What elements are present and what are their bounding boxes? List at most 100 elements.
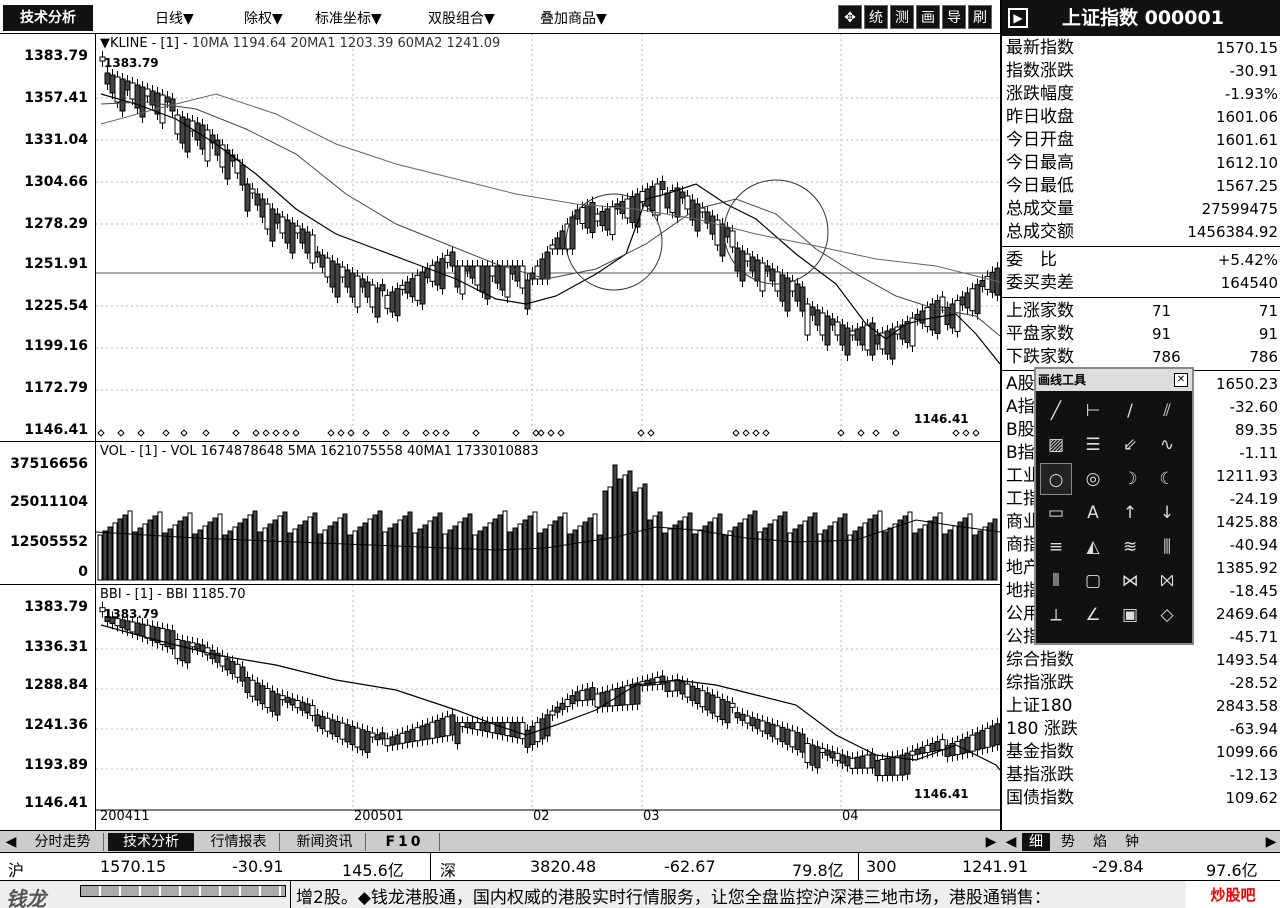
volume-bar [637,487,643,581]
candle [554,237,561,250]
draw-tool-icon[interactable]: ↑ [1114,497,1146,529]
volume-bar [722,534,728,581]
rtab-detail[interactable]: 细 [1022,833,1050,851]
draw-tool-icon[interactable]: ⦀ [1040,565,1072,597]
volume-bar [902,515,908,581]
tab-intraday[interactable]: 分时走势 [22,833,104,851]
candle [819,312,826,336]
candle [794,283,801,302]
compare-menu[interactable]: 双股组合▼ [428,8,495,28]
rtab-flame[interactable]: 焰 [1086,833,1114,851]
draw-tool-icon[interactable]: ☽ [1114,463,1146,495]
draw-tool-icon[interactable]: ◭ [1077,531,1109,563]
draw-tool-icon[interactable]: ◇ [1151,599,1183,631]
move-icon[interactable]: ✥ [838,5,862,29]
signal-diamond [402,429,410,437]
volume-bar [607,486,613,581]
qianlong-logo: 钱龙 [6,887,46,908]
export-button[interactable]: 导 [942,5,966,29]
panel-toggle-icon[interactable]: ▶ [1008,8,1028,28]
candle [179,116,186,144]
info-row: 基指涨跌 -12.13 [1006,764,1278,787]
candle [169,630,176,650]
rtab-clock[interactable]: 钟 [1118,833,1146,851]
draw-tool-icon[interactable]: ○ [1040,463,1072,495]
draw-tool-icon[interactable]: ⫼ [1151,531,1183,563]
overlay-menu[interactable]: 叠加商品▼ [540,8,607,28]
candle [724,701,731,724]
draw-tool-icon[interactable]: ☾ [1151,463,1183,495]
kline-y-label: 1225.54 [24,298,88,314]
candle [714,696,721,717]
rtab-scroll-right-icon[interactable]: ▶ [1264,833,1278,851]
kline-plot[interactable]: ▼KLINE - [1] - 10MA 1194.64 20MA1 1203.3… [95,34,1000,442]
draw-tool-icon[interactable]: ↓ [1151,497,1183,529]
draw-tool-icon[interactable]: ⊢ [1077,395,1109,427]
draw-tool-icon[interactable]: ▢ [1077,565,1109,597]
candle [439,718,446,738]
bbi-plot[interactable]: BBI - [1] - BBI 1185.70 1383.79 1146.41 … [95,585,1000,830]
rtab-trend[interactable]: 势 [1054,833,1082,851]
draw-tool-icon[interactable]: ⨝ [1151,565,1183,597]
signal-diamond [252,429,260,437]
candle [129,621,136,633]
draw-tool-icon[interactable]: ≋ [1114,531,1146,563]
draw-button[interactable]: 画 [916,5,940,29]
measure-button[interactable]: 测 [890,5,914,29]
close-icon[interactable]: ✕ [1174,373,1188,387]
draw-tool-icon[interactable]: ▨ [1040,429,1072,461]
draw-tool-icon[interactable]: ∕ [1114,395,1146,427]
draw-tool-icon[interactable]: ⟂ [1040,599,1072,631]
draw-tool-icon[interactable]: ☰ [1077,429,1109,461]
draw-tool-icon[interactable]: ╱ [1040,395,1072,427]
draw-tool-icon[interactable]: Α [1077,497,1109,529]
candle [394,734,401,745]
rtab-scroll-left-icon[interactable]: ◀ [1004,833,1018,851]
tab-news[interactable]: 新闻资讯 [284,833,366,851]
tab-quotes[interactable]: 行情报表 [198,833,280,851]
drawing-tools-palette[interactable]: 画线工具 ✕ ╱ ⊢ ∕ ⫽ ▨ ☰ ⇙ ∿ ○ ◎ ☽ ☾ ▭ Α ↑ ↓ ≡ ◭ ≋ ⫼ ⦀ ▢ ⋈ ⨝ ⟂ ∠ ▣ ◇ [1034,367,1194,645]
candle [869,753,876,769]
info-key: 委 比 [1006,250,1057,270]
candle [979,280,986,287]
tab-scroll-left-icon[interactable]: ◀ [4,833,18,851]
period-menu[interactable]: 日线▼ [155,8,194,28]
draw-tool-icon[interactable]: ⇙ [1114,429,1146,461]
axis-menu[interactable]: 标准坐标▼ [315,8,382,28]
info-value: -32.60 [1229,398,1278,416]
draw-tool-icon[interactable]: ∿ [1151,429,1183,461]
candle [139,623,146,637]
candle [329,260,336,288]
draw-tool-icon[interactable]: ⋈ [1114,565,1146,597]
candle [489,265,496,277]
candle [434,261,441,286]
volume-bar [137,527,143,581]
candle [774,725,781,740]
tab-f10[interactable]: F10 [370,833,440,851]
candle [109,74,116,94]
draw-tool-icon[interactable]: ▣ [1114,599,1146,631]
candle [754,259,761,282]
exright-menu[interactable]: 除权▼ [244,8,283,28]
info-row: 指数涨跌 -30.91 [1006,60,1278,83]
kline-y-label: 1146.41 [24,422,88,438]
candle [529,725,536,745]
divider [858,853,859,881]
candle [739,713,746,721]
volume-plot[interactable]: VOL - [1] - VOL 1674878648 5MA 162107555… [95,442,1000,585]
draw-tool-icon[interactable]: ▭ [1040,497,1072,529]
draw-tool-icon[interactable]: ⫽ [1151,395,1183,427]
candle [429,721,436,739]
volume-bar [972,534,978,581]
draw-tool-icon[interactable]: ≡ [1040,531,1072,563]
refresh-button[interactable]: 刷 [968,5,992,29]
stats-button[interactable]: 统 [864,5,888,29]
tech-analysis-tab[interactable]: 技术分析 [3,5,93,31]
draw-tool-icon[interactable]: ∠ [1077,599,1109,631]
tab-technical[interactable]: 技术分析 [108,833,194,851]
tab-scroll-right-icon[interactable]: ▶ [984,833,998,851]
draw-tool-icon[interactable]: ◎ [1077,463,1109,495]
candle [799,286,806,312]
ticker-text[interactable]: 增2股。◆钱龙港股通，国内权威的港股实时行情服务，让您全盘监控沪深港三地市场，港… [296,883,1051,908]
candle [539,258,546,280]
